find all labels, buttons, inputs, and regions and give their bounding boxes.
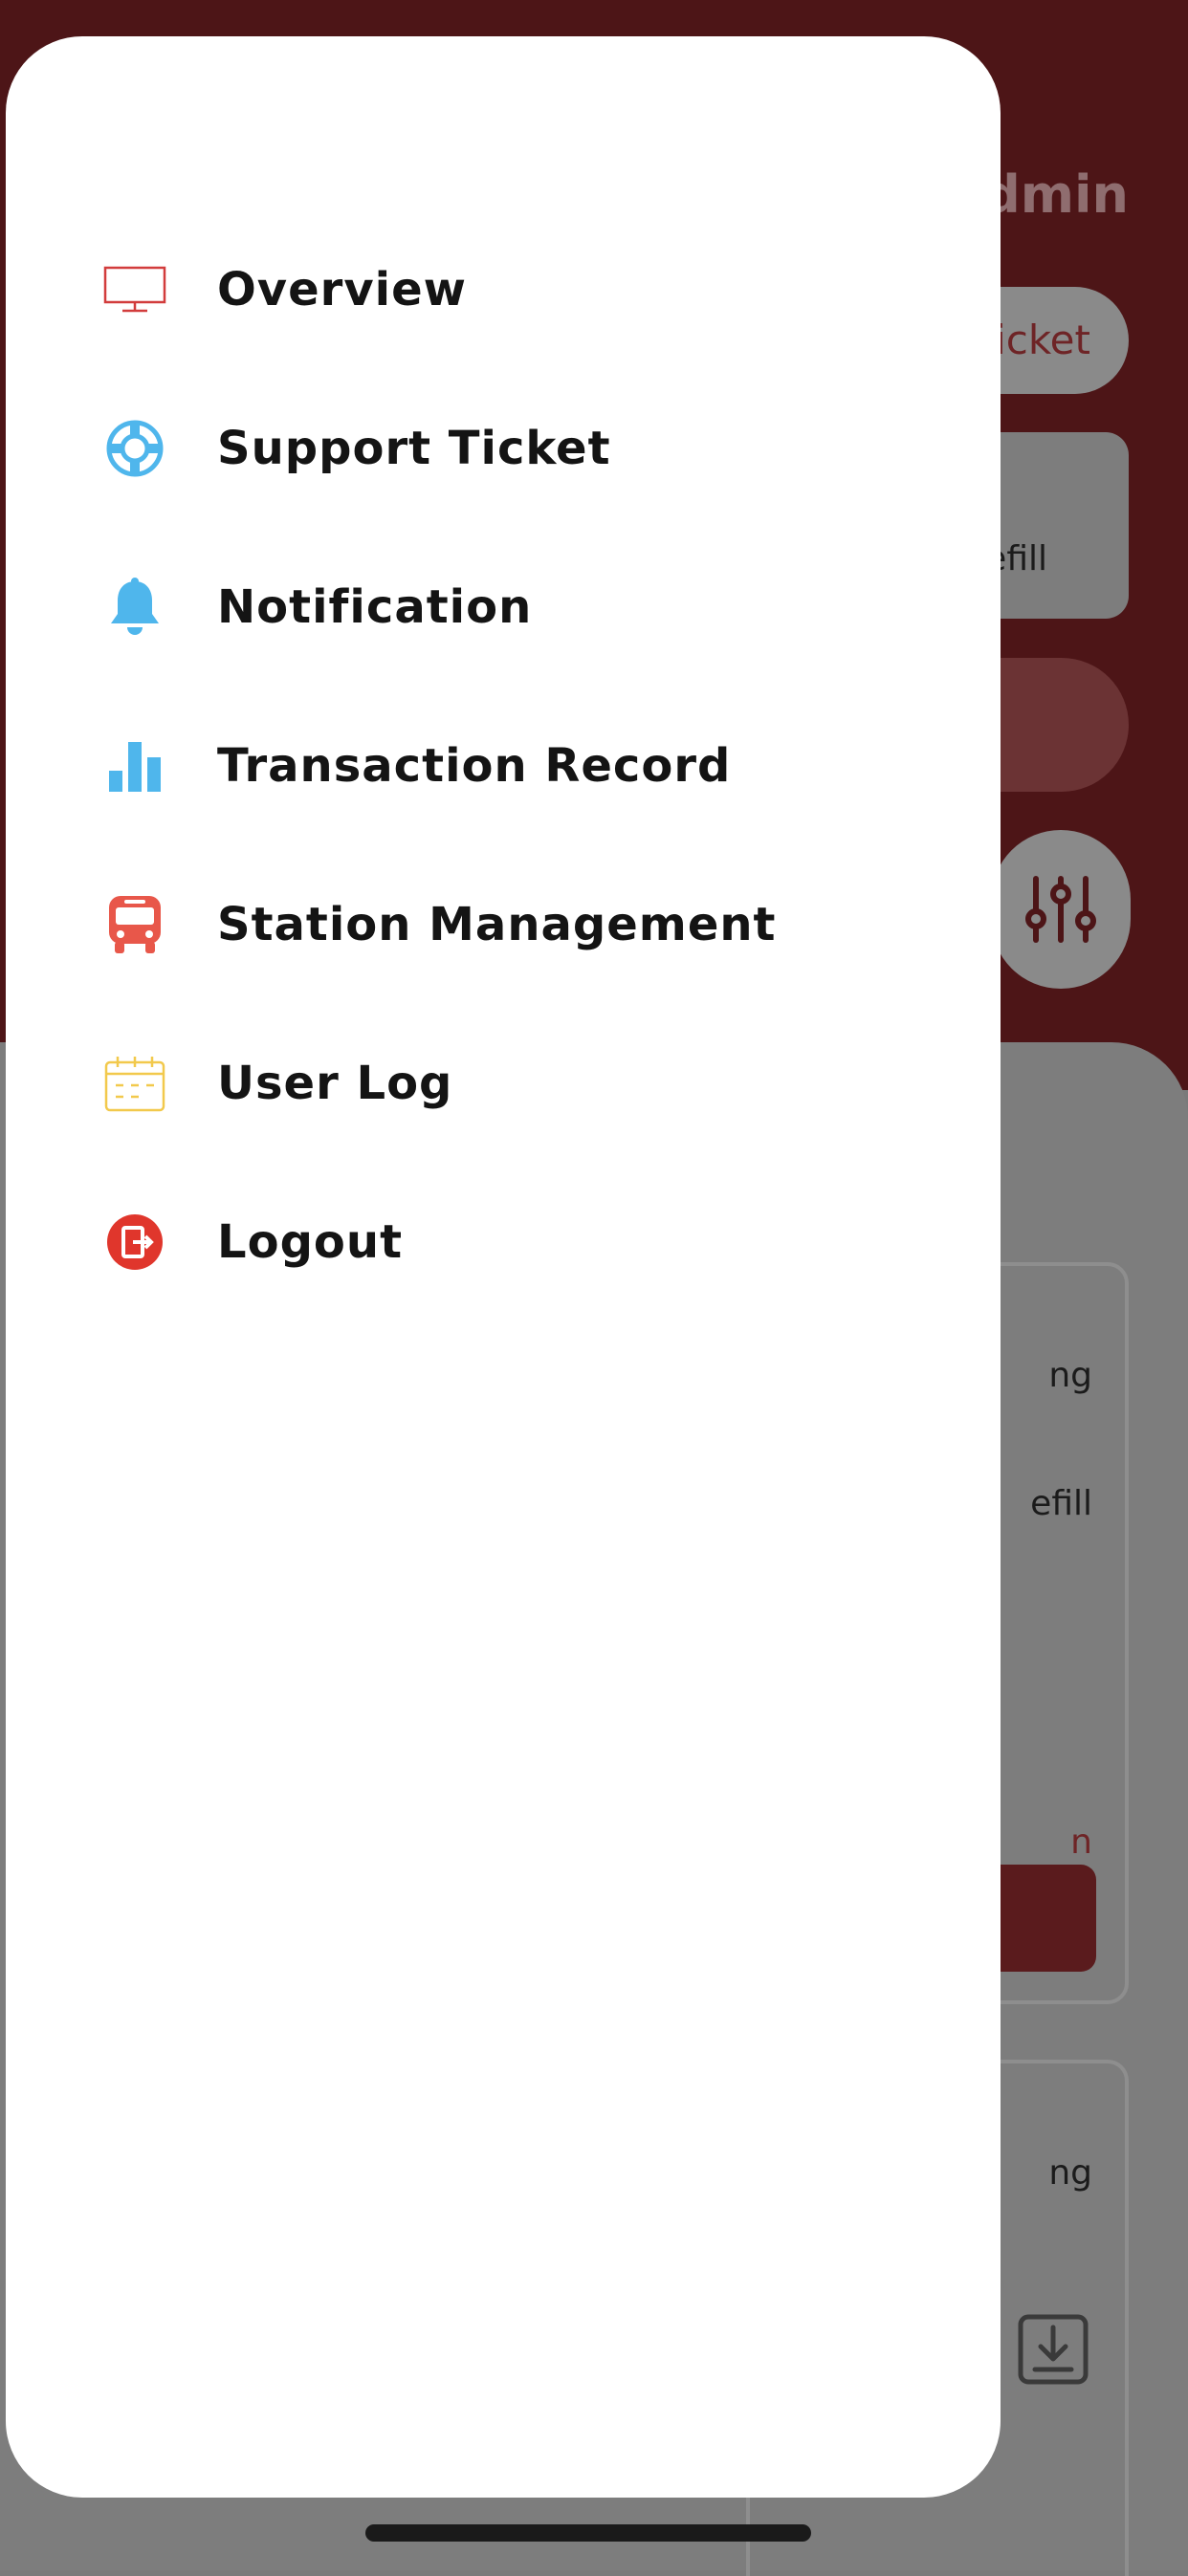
logout-icon — [101, 1209, 168, 1276]
menu-item-user-log[interactable]: User Log — [6, 1031, 1001, 1136]
bar-chart-icon — [101, 732, 168, 799]
menu-item-transaction-record[interactable]: Transaction Record — [6, 713, 1001, 819]
bell-icon — [101, 574, 168, 641]
menu-label: Station Management — [217, 898, 777, 951]
bus-icon — [101, 891, 168, 958]
filter-icon — [991, 830, 1131, 989]
background-title: dmin — [983, 164, 1129, 225]
home-indicator[interactable] — [365, 2524, 811, 2542]
menu-label: Overview — [217, 263, 467, 317]
menu-label: Support Ticket — [217, 422, 611, 475]
background-text: efill — [1030, 1484, 1092, 1523]
background-text: ng — [1048, 1356, 1092, 1395]
menu-item-station-management[interactable]: Station Management — [6, 872, 1001, 977]
menu-item-overview[interactable]: Overview — [6, 237, 1001, 342]
menu-item-support-ticket[interactable]: Support Ticket — [6, 396, 1001, 501]
navigation-drawer: Overview Support Ticket Notification Tra… — [6, 36, 1001, 2498]
background-text: n — [1070, 1823, 1092, 1862]
menu-label: Notification — [217, 580, 533, 634]
monitor-icon — [101, 256, 168, 323]
background-text: ng — [1048, 2153, 1092, 2193]
menu-item-notification[interactable]: Notification — [6, 555, 1001, 660]
lifebuoy-icon — [101, 415, 168, 482]
menu-label: User Log — [217, 1057, 453, 1110]
menu-item-logout[interactable]: Logout — [6, 1190, 1001, 1295]
menu-label: Logout — [217, 1215, 404, 1269]
download-icon — [1018, 2314, 1089, 2385]
menu-label: Transaction Record — [217, 739, 732, 793]
calendar-icon — [101, 1050, 168, 1117]
